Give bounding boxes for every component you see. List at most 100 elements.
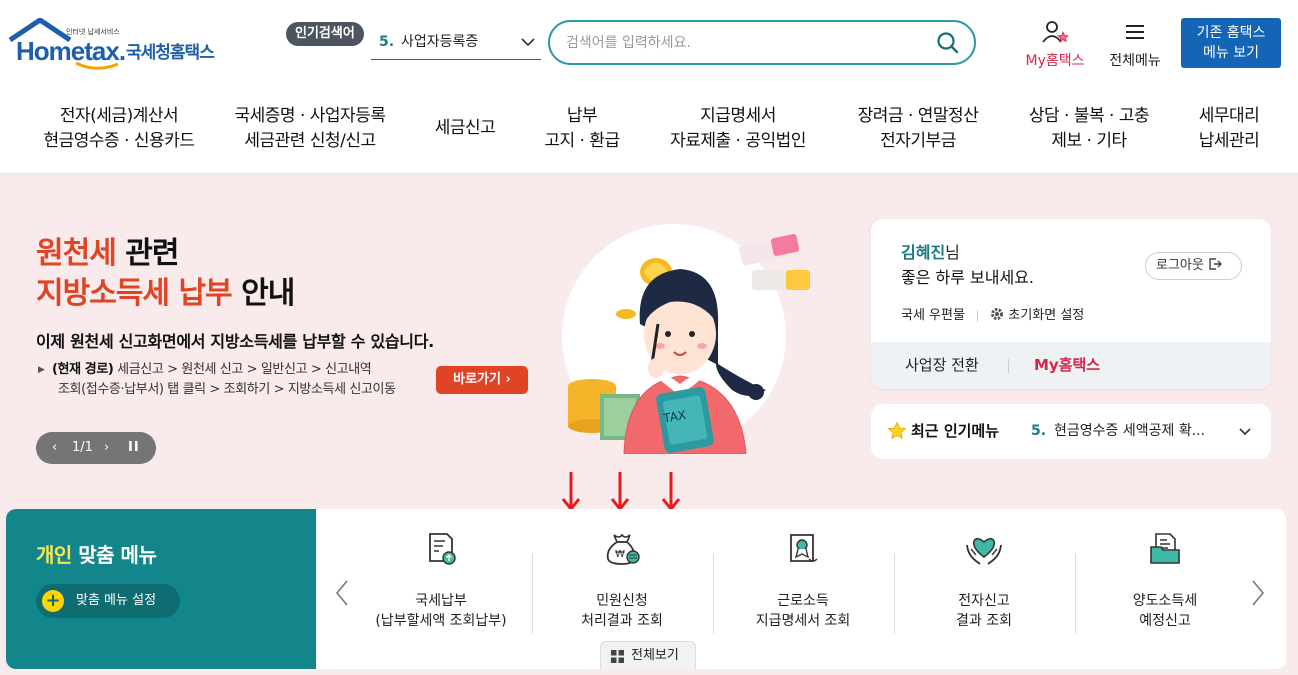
logout-icon [1209, 258, 1222, 270]
gnb-item-certificates[interactable]: 국세증명 · 사업자등록 세금관련 신청/신고 [222, 104, 398, 154]
custom-menu-item-e-filing-result[interactable]: 전자신고 결과 조회 [894, 531, 1074, 631]
custom-menu-item-civil-result[interactable]: ₩ 민원신청 처리결과 조회 [532, 531, 712, 631]
chevron-right-icon: › [505, 372, 511, 387]
custom-menu-header: 개인 맞춤 메뉴 + 맞춤 메뉴 설정 [6, 509, 316, 669]
gnb-item-e-invoice[interactable]: 전자(세금)계산서 현금영수증 · 신용카드 [28, 104, 210, 154]
gnb-line1: 국세증명 · 사업자등록 [234, 106, 386, 126]
chevron-down-icon [521, 38, 535, 47]
search-icon[interactable] [936, 31, 960, 55]
gnb-line2: 제보 · 기타 [1051, 131, 1127, 151]
all-menu-button[interactable]: 전체메뉴 [1103, 20, 1167, 70]
global-navigation: 전자(세금)계산서 현금영수증 · 신용카드 국세증명 · 사업자등록 세금관련… [0, 90, 1298, 174]
custom-menu-item-transfer-income[interactable]: 양도소득세 예정신고 [1075, 531, 1255, 631]
search-box [548, 20, 976, 65]
gnb-line1: 상담 · 불복 · 고충 [1028, 106, 1150, 126]
popular-search-badge: 인기검색어 [286, 22, 364, 46]
heart-hands-icon [966, 537, 1002, 565]
old-hometax-menu-button[interactable]: 기존 홈택스 메뉴 보기 [1181, 18, 1281, 68]
gear-icon [991, 308, 1004, 320]
item-line2: 결과 조회 [956, 613, 1012, 629]
custom-menu-item-earned-income[interactable]: 근로소득 지급명세서 조회 [713, 531, 893, 631]
pause-icon[interactable]: II [128, 432, 140, 464]
hero-title: 원천세 관련 지방소득세 납부 안내 [36, 234, 295, 314]
pager-count: 1/1 [72, 440, 93, 455]
gnb-line1: 납부 [566, 106, 598, 126]
user-name: 김혜진님 [901, 239, 960, 263]
init-setting-link[interactable]: 초기화면 설정 [1008, 308, 1084, 323]
recent-item: 현금영수증 세액공제 확... [1054, 423, 1206, 439]
mailbox-link[interactable]: 국세 우편물 [901, 308, 965, 323]
logout-button[interactable]: 로그아웃 [1145, 252, 1242, 280]
go-button[interactable]: 바로가기 › [436, 366, 528, 394]
header: 인터넷 납세서비스 Hometax. 국세청홈택스 인기검색어 5. 사업자등록… [0, 0, 1298, 90]
item-line1: 국세납부 [415, 593, 467, 609]
recent-popular-menu[interactable]: 최근 인기메뉴 5. 현금영수증 세액공제 확... [871, 404, 1271, 459]
hero-title-dark-1: 관련 [115, 236, 179, 271]
next-arrow-icon[interactable] [1250, 579, 1266, 607]
recent-rank: 5. [1031, 423, 1047, 439]
item-line1: 전자신고 [958, 593, 1010, 609]
gnb-item-tax-agent[interactable]: 세무대리 납세관리 [1188, 104, 1270, 154]
gnb-line2: 납세관리 [1198, 131, 1260, 151]
old-home-line2: 메뉴 보기 [1203, 45, 1259, 61]
star-icon [887, 421, 907, 440]
svg-text:₩: ₩ [615, 549, 625, 560]
my-hometax-button[interactable]: My홈택스 [1018, 20, 1092, 70]
tax-girl-illustration: TAX [562, 224, 810, 454]
custom-menu-panel: 개인 맞춤 메뉴 + 맞춤 메뉴 설정 국세납부 (납부할세액 조회납부) ₩ [6, 509, 1286, 669]
hero-title-dark-2: 안내 [231, 276, 295, 311]
my-hometax-link[interactable]: My홈택스 [1034, 342, 1100, 389]
next-slide-button[interactable]: › [104, 432, 109, 464]
user-name-suffix: 님 [945, 243, 960, 262]
search-input[interactable] [566, 32, 926, 54]
hamburger-menu-icon [1126, 25, 1144, 39]
gnb-line1: 세무대리 [1198, 106, 1260, 126]
red-arrow-icon [610, 472, 630, 512]
view-all-label: 전체보기 [631, 648, 679, 663]
gnb-line2: 자료제출 · 공익법인 [670, 131, 806, 151]
prev-arrow-icon[interactable] [334, 579, 350, 607]
custom-menu-setting-button[interactable]: + 맞춤 메뉴 설정 [36, 584, 180, 618]
item-line1: 민원신청 [596, 593, 648, 609]
recent-title: 최근 인기메뉴 [911, 422, 1000, 440]
old-home-line1: 기존 홈택스 [1196, 25, 1266, 41]
logo-swoosh-icon [75, 61, 119, 70]
gnb-item-consult[interactable]: 상담 · 불복 · 고충 제보 · 기타 [1016, 104, 1162, 154]
gnb-line2: 고지 · 환급 [544, 131, 620, 151]
item-line1: 근로소득 [777, 593, 829, 609]
gnb-line2: 현금영수증 · 신용카드 [43, 131, 195, 151]
gnb-item-incentives[interactable]: 장려금 · 연말정산 전자기부금 [846, 104, 990, 154]
popular-search-dropdown[interactable]: 5. 사업자등록증 [371, 28, 541, 60]
title-white: 맞춤 메뉴 [71, 543, 157, 567]
hero-title-red-1: 원천세 [36, 236, 117, 271]
gnb-item-payment-statement[interactable]: 지급명세서 자료제출 · 공익법인 [660, 104, 816, 154]
gnb-line1: 세금신고 [434, 118, 496, 138]
view-all-button[interactable]: 전체보기 [600, 641, 696, 669]
document-folder-icon [1150, 533, 1180, 564]
red-arrow-icon [661, 472, 681, 512]
hometax-logo[interactable]: 인터넷 납세서비스 Hometax. 국세청홈택스 [8, 18, 223, 70]
hero-title-red-2: 지방소득세 납부 [36, 276, 233, 311]
greeting: 좋은 하루 보내세요. [901, 268, 1035, 287]
divider [1008, 359, 1009, 373]
login-footer: 사업장 전환 My홈택스 [871, 342, 1271, 389]
go-button-label: 바로가기 [453, 372, 501, 387]
gnb-line1: 장려금 · 연말정산 [857, 106, 979, 126]
plus-icon: + [42, 590, 64, 612]
all-menu-label: 전체메뉴 [1109, 53, 1161, 69]
setting-label: 맞춤 메뉴 설정 [76, 593, 157, 608]
user-star-icon [1042, 21, 1069, 43]
logout-label: 로그아웃 [1156, 258, 1204, 273]
user-name-text: 김혜진 [901, 243, 946, 262]
hero-path: ▶ (현재 경로) 세금신고 > 원천세 신고 > 일반신고 > 신고내역 조회… [38, 360, 438, 400]
money-bag-icon: ₩ [606, 533, 640, 565]
switch-business-button[interactable]: 사업장 전환 [905, 342, 979, 389]
tax-payment-icon [429, 533, 456, 565]
prev-slide-button[interactable]: ‹ [52, 432, 57, 464]
gnb-item-tax-report[interactable]: 세금신고 [420, 116, 510, 141]
custom-menu-item-tax-payment[interactable]: 국세납부 (납부할세액 조회납부) [351, 531, 531, 631]
item-line2: 예정신고 [1139, 613, 1191, 629]
triangle-right-icon: ▶ [38, 365, 45, 375]
gnb-item-payment[interactable]: 납부 고지 · 환급 [530, 104, 634, 154]
red-arrow-icon [561, 472, 581, 512]
